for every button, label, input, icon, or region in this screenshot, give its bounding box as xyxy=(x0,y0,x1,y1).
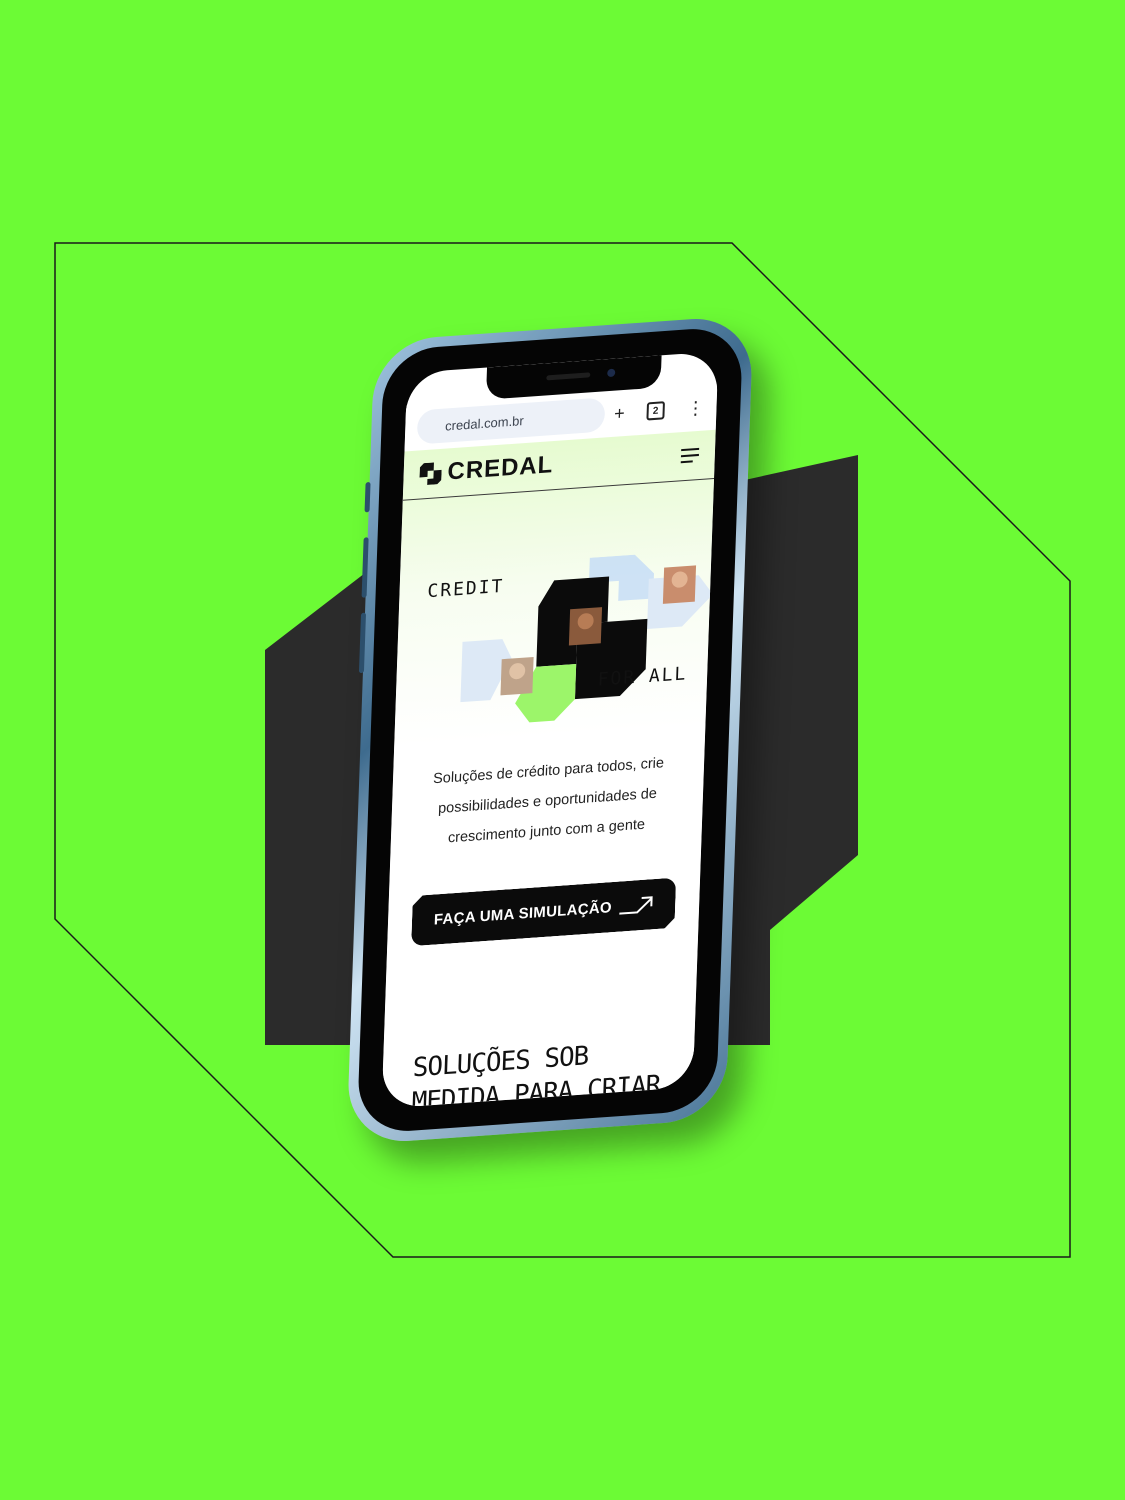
simulation-button-label: FAÇA UMA SIMULAÇÃO xyxy=(433,898,613,929)
tab-count: 2 xyxy=(652,405,659,417)
section-title: SOLUÇÕES SOB MEDIDA PARA CRIAR xyxy=(411,1034,665,1109)
simulation-button[interactable]: FAÇA UMA SIMULAÇÃO xyxy=(411,878,676,947)
hero-section: CREDIT FOR ALL xyxy=(395,479,714,737)
tab-switcher-icon[interactable]: 2 xyxy=(646,401,665,421)
phone-mute-switch xyxy=(364,481,371,513)
phone-screen: credal.com.br + 2 ⋮ CREDAL CREDIT FOR AL… xyxy=(381,351,719,1109)
hamburger-menu-icon[interactable] xyxy=(680,447,700,464)
hero-graphic xyxy=(460,554,713,723)
brand-name: CREDAL xyxy=(447,451,554,486)
kebab-menu-icon[interactable]: ⋮ xyxy=(686,397,705,419)
credal-logo-icon xyxy=(419,462,442,485)
hero-description: Soluções de crédito para todos, crie pos… xyxy=(390,715,705,857)
speaker xyxy=(546,372,591,381)
address-bar[interactable]: credal.com.br xyxy=(416,397,606,445)
camera-icon xyxy=(607,368,616,378)
plus-icon[interactable]: + xyxy=(614,402,625,424)
website: CREDAL CREDIT FOR ALL Soluções de crédit… xyxy=(381,429,716,1109)
phone-mockup: credal.com.br + 2 ⋮ CREDAL CREDIT FOR AL… xyxy=(346,314,754,1146)
arrow-up-right-icon xyxy=(619,895,654,915)
address-bar-url: credal.com.br xyxy=(444,412,525,434)
phone-bezel: credal.com.br + 2 ⋮ CREDAL CREDIT FOR AL… xyxy=(356,325,744,1135)
brand-logo[interactable]: CREDAL xyxy=(419,451,554,488)
